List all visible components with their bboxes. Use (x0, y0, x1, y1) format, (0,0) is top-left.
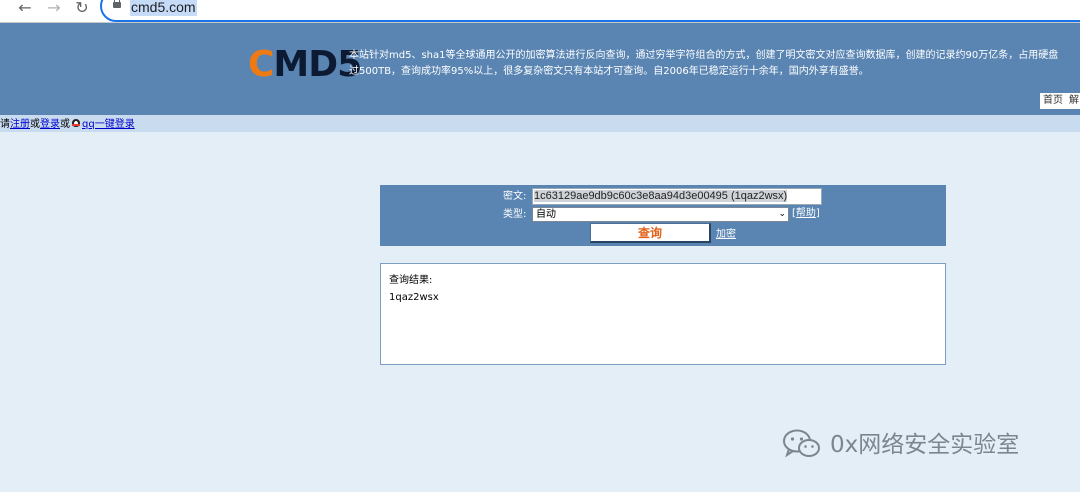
cipher-label: 密文: (503, 191, 527, 202)
qq-login-link[interactable]: qq一键登录 (82, 119, 135, 130)
watermark-text: 0x网络安全实验室 (830, 432, 1020, 458)
login-prefix: 请 (0, 119, 10, 130)
logo-letter-c: C (248, 44, 274, 85)
type-select[interactable]: 自动 ⌄ (532, 207, 789, 222)
cipher-input-value: 1c63129ae9db9c60c3e8aa94d3e00495 (1qaz2w… (534, 190, 788, 202)
address-bar[interactable] (100, 0, 1080, 22)
nav-home-link[interactable]: 首页 (1043, 95, 1063, 106)
browser-toolbar: ← → ↻ cmd5.com (0, 0, 1080, 23)
result-label: 查询结果: (389, 275, 433, 286)
site-header: CMD5 本站针对md5、sha1等全球通用公开的加密算法进行反向查询，通过穷举… (0, 23, 1080, 115)
help-link[interactable]: [帮助] (792, 207, 820, 221)
cipher-input[interactable]: 1c63129ae9db9c60c3e8aa94d3e00495 (1qaz2w… (532, 188, 822, 205)
wechat-icon (783, 429, 820, 458)
register-link[interactable]: 注册 (10, 119, 30, 130)
url-text[interactable]: cmd5.com (130, 0, 197, 16)
login-link[interactable]: 登录 (40, 119, 60, 130)
result-box: 查询结果: 1qaz2wsx (380, 263, 946, 365)
qq-penguin-icon[interactable] (71, 116, 81, 128)
or-text-1: 或 (30, 119, 40, 130)
help-bracket-close: ] (815, 208, 820, 219)
help-link-text[interactable]: 帮助 (796, 208, 816, 219)
or-text-2: 或 (60, 119, 70, 130)
back-arrow-icon[interactable]: ← (16, 0, 34, 18)
top-nav: 首页解 (1040, 93, 1080, 109)
lock-icon (113, 0, 121, 8)
nav-next-link[interactable]: 解 (1069, 95, 1079, 106)
intro-line-1: 本站针对md5、sha1等全球通用公开的加密算法进行反向查询，通过穷举字符组合的… (349, 50, 1059, 61)
intro-line-2: 过500TB，查询成功率95%以上，很多复杂密文只有本站才可查询。自2006年已… (349, 66, 869, 77)
login-bar: 请注册或登录或 qq一键登录 (0, 115, 1080, 132)
result-value: 1qaz2wsx (389, 292, 439, 303)
encrypt-link[interactable]: 加密 (716, 228, 736, 242)
site-logo[interactable]: CMD5 (248, 44, 362, 85)
type-select-value: 自动 (536, 209, 556, 220)
chevron-down-icon: ⌄ (778, 209, 786, 219)
forward-arrow-icon[interactable]: → (45, 0, 63, 18)
reload-icon[interactable]: ↻ (73, 0, 91, 18)
type-label: 类型: (503, 209, 527, 220)
site-introduction: 本站针对md5、sha1等全球通用公开的加密算法进行反向查询，通过穷举字符组合的… (349, 48, 1080, 80)
query-button[interactable]: 查询 (590, 223, 711, 243)
